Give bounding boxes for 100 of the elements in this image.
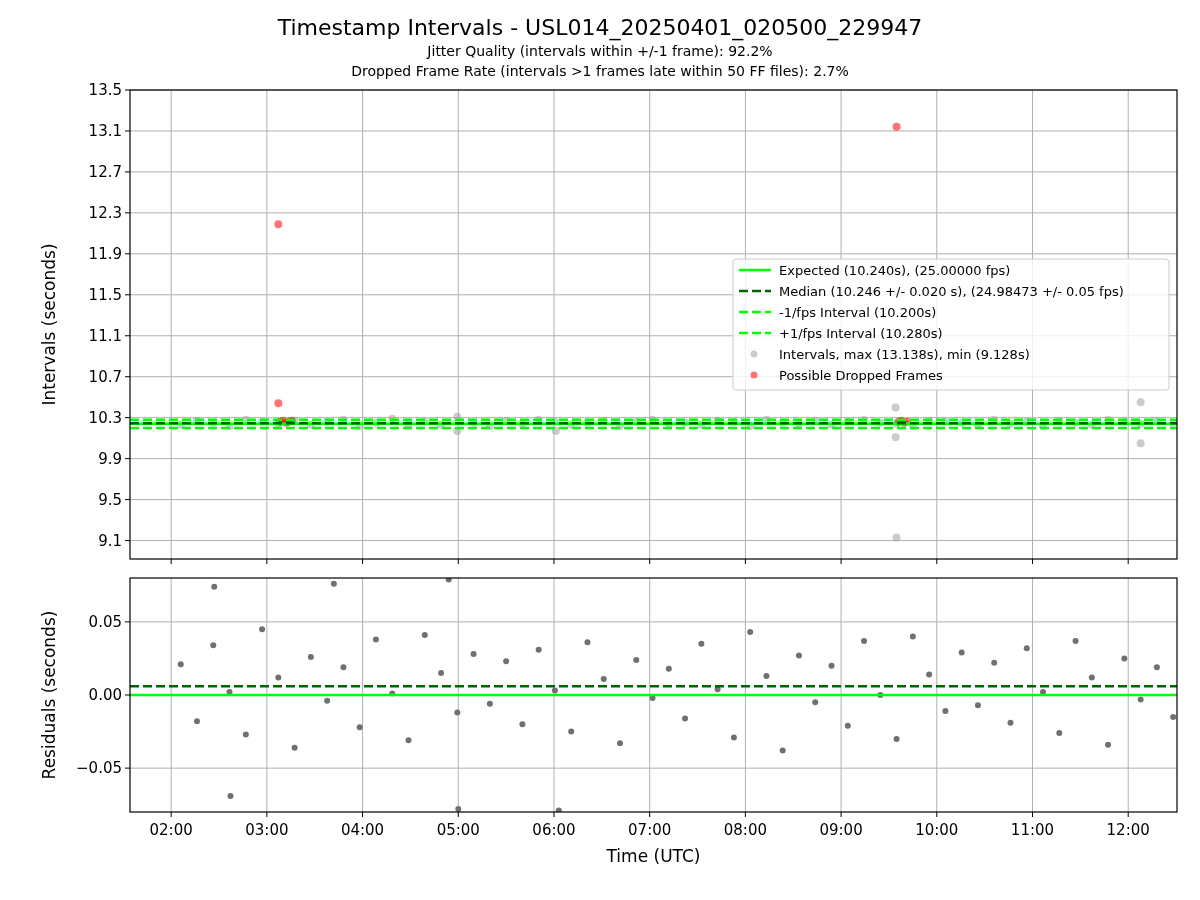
data-point <box>903 417 912 426</box>
x-axis-label: Time (UTC) <box>606 846 701 866</box>
data-point <box>226 689 233 696</box>
figure-subtitle: Jitter Quality (intervals within +/-1 frame): 92.2% <box>427 42 773 61</box>
data-point <box>990 415 999 424</box>
tick-mark <box>124 130 131 132</box>
x-tick-label: 12:00 <box>1106 821 1150 839</box>
data-point <box>632 417 641 426</box>
data-point <box>957 418 966 427</box>
data-point <box>909 633 916 640</box>
data-point <box>861 637 868 644</box>
data-point <box>599 416 608 425</box>
data-point <box>323 417 332 426</box>
data-point <box>194 718 200 725</box>
data-point <box>404 419 413 428</box>
data-point <box>991 659 998 666</box>
y-tick-label: 12.3 <box>88 203 122 222</box>
data-point <box>778 418 787 427</box>
data-point <box>279 416 288 425</box>
data-point <box>897 416 906 425</box>
data-point <box>405 737 412 744</box>
data-point <box>779 747 786 754</box>
data-point <box>225 421 234 430</box>
tick-mark <box>649 811 651 818</box>
data-point <box>1071 418 1080 427</box>
data-point <box>470 651 477 658</box>
data-point <box>287 416 296 425</box>
data-point <box>891 403 900 412</box>
data-point <box>633 656 640 663</box>
data-point <box>355 421 364 430</box>
data-point <box>811 416 820 425</box>
data-point <box>1136 439 1145 448</box>
data-point <box>1170 713 1177 720</box>
data-point <box>340 664 347 671</box>
data-point <box>534 415 543 424</box>
data-point <box>339 415 348 424</box>
data-point <box>1087 420 1096 429</box>
y-tick-label: 9.9 <box>98 449 122 468</box>
data-point <box>1055 416 1064 425</box>
tick-mark <box>362 558 364 565</box>
data-point <box>893 735 900 742</box>
data-point <box>306 420 315 429</box>
data-point <box>926 671 933 678</box>
data-point <box>486 700 493 707</box>
data-point <box>794 419 803 428</box>
data-point <box>518 419 527 428</box>
data-point <box>568 728 575 735</box>
x-tick-label: 04:00 <box>340 821 385 839</box>
data-point <box>892 122 901 131</box>
data-point <box>274 399 283 408</box>
data-point <box>371 418 380 427</box>
x-tick-label: 05:00 <box>436 821 480 839</box>
data-point <box>762 415 771 424</box>
data-point <box>438 670 445 677</box>
data-point <box>1121 655 1128 662</box>
legend-marker <box>750 350 758 358</box>
legend-label: Intervals, max (13.138s), min (9.128s) <box>779 346 1030 362</box>
tick-mark <box>266 558 268 565</box>
tick-mark <box>649 558 651 565</box>
data-point <box>1120 417 1129 426</box>
data-point <box>1022 417 1031 426</box>
data-point <box>485 421 494 430</box>
x-tick-label: 06:00 <box>532 821 576 839</box>
data-point <box>600 675 607 682</box>
data-point <box>1040 689 1046 696</box>
tick-mark <box>457 558 459 565</box>
data-point <box>714 686 721 693</box>
y-axis-label: Residuals (seconds) <box>39 610 59 780</box>
data-point <box>941 417 950 426</box>
data-point <box>519 721 526 728</box>
data-point <box>177 661 184 668</box>
x-tick-label: 11:00 <box>1010 821 1055 839</box>
tick-mark <box>124 294 131 296</box>
tick-mark <box>840 811 842 818</box>
legend-label: +1/fps Interval (10.280s) <box>779 325 943 341</box>
x-tick-label: 10:00 <box>915 821 959 839</box>
legend-label: Median (10.246 +/- 0.020 s), (24.98473 +/- 0.05 fps) <box>779 283 1124 299</box>
y-tick-label: 0.00 <box>88 686 122 704</box>
data-point <box>1088 674 1095 681</box>
data-point <box>664 419 673 428</box>
tick-mark <box>553 558 555 565</box>
x-tick-label: 03:00 <box>245 821 289 839</box>
data-point <box>665 665 672 672</box>
tick-mark <box>124 335 131 337</box>
figure-title: Timestamp Intervals - USL014_20250401_020500_229947 <box>277 15 923 41</box>
data-point <box>973 420 982 429</box>
tick-mark <box>1127 811 1129 818</box>
x-tick-label: 07:00 <box>628 821 672 839</box>
data-point <box>1104 415 1113 424</box>
data-point <box>617 740 623 747</box>
tick-mark <box>936 558 938 565</box>
y-axis-label: Intervals (seconds) <box>39 243 59 406</box>
data-point <box>958 649 965 656</box>
tick-mark <box>1127 558 1129 565</box>
data-point <box>860 415 869 424</box>
tick-mark <box>266 811 268 818</box>
data-point <box>698 640 705 647</box>
data-point <box>876 418 885 427</box>
data-point <box>259 626 266 633</box>
data-point <box>284 417 293 426</box>
